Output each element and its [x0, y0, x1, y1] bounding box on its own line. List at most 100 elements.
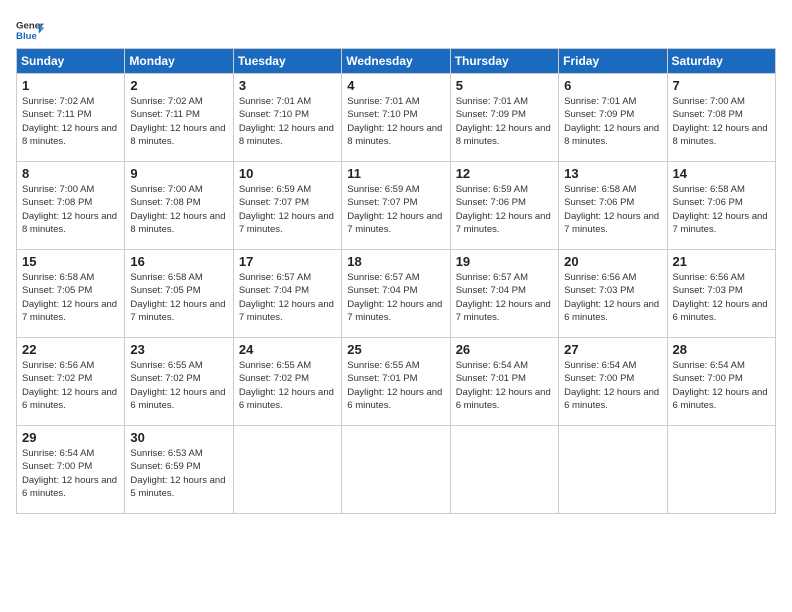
- day-detail: Sunrise: 6:59 AMSunset: 7:07 PMDaylight:…: [239, 183, 336, 236]
- weekday-header-monday: Monday: [125, 49, 233, 74]
- day-number: 1: [22, 78, 119, 93]
- weekday-header-thursday: Thursday: [450, 49, 558, 74]
- calendar-cell: 26 Sunrise: 6:54 AMSunset: 7:01 PMDayligh…: [450, 338, 558, 426]
- header: General Blue: [16, 16, 776, 44]
- calendar-cell: 17 Sunrise: 6:57 AMSunset: 7:04 PMDayligh…: [233, 250, 341, 338]
- day-number: 9: [130, 166, 227, 181]
- calendar-cell: 23 Sunrise: 6:55 AMSunset: 7:02 PMDayligh…: [125, 338, 233, 426]
- day-number: 14: [673, 166, 770, 181]
- calendar-cell: 24 Sunrise: 6:55 AMSunset: 7:02 PMDayligh…: [233, 338, 341, 426]
- day-number: 25: [347, 342, 444, 357]
- day-detail: Sunrise: 6:53 AMSunset: 6:59 PMDaylight:…: [130, 447, 227, 500]
- calendar-cell: 18 Sunrise: 6:57 AMSunset: 7:04 PMDayligh…: [342, 250, 450, 338]
- weekday-header-saturday: Saturday: [667, 49, 775, 74]
- day-number: 10: [239, 166, 336, 181]
- calendar-cell: 10 Sunrise: 6:59 AMSunset: 7:07 PMDayligh…: [233, 162, 341, 250]
- page-container: General Blue SundayMondayTuesdayWednesda…: [16, 16, 776, 514]
- day-detail: Sunrise: 7:02 AMSunset: 7:11 PMDaylight:…: [130, 95, 227, 148]
- calendar-cell: 14 Sunrise: 6:58 AMSunset: 7:06 PMDayligh…: [667, 162, 775, 250]
- weekday-header-tuesday: Tuesday: [233, 49, 341, 74]
- day-detail: Sunrise: 7:01 AMSunset: 7:10 PMDaylight:…: [347, 95, 444, 148]
- day-number: 24: [239, 342, 336, 357]
- day-detail: Sunrise: 6:56 AMSunset: 7:03 PMDaylight:…: [673, 271, 770, 324]
- calendar-cell: [233, 426, 341, 514]
- day-detail: Sunrise: 6:57 AMSunset: 7:04 PMDaylight:…: [456, 271, 553, 324]
- day-detail: Sunrise: 7:00 AMSunset: 7:08 PMDaylight:…: [130, 183, 227, 236]
- calendar-cell: 3Sunrise: 7:01 AMSunset: 7:10 PMDaylight…: [233, 74, 341, 162]
- calendar-cell: 29Sunrise: 6:54 AMSunset: 7:00 PMDayligh…: [17, 426, 125, 514]
- day-number: 8: [22, 166, 119, 181]
- calendar-cell: 19 Sunrise: 6:57 AMSunset: 7:04 PMDayligh…: [450, 250, 558, 338]
- day-number: 6: [564, 78, 661, 93]
- day-number: 18: [347, 254, 444, 269]
- calendar-cell: [667, 426, 775, 514]
- day-detail: Sunrise: 6:55 AMSunset: 7:02 PMDaylight:…: [239, 359, 336, 412]
- weekday-header-wednesday: Wednesday: [342, 49, 450, 74]
- day-detail: Sunrise: 6:58 AMSunset: 7:06 PMDaylight:…: [673, 183, 770, 236]
- day-detail: Sunrise: 6:59 AMSunset: 7:06 PMDaylight:…: [456, 183, 553, 236]
- day-detail: Sunrise: 6:56 AMSunset: 7:02 PMDaylight:…: [22, 359, 119, 412]
- day-detail: Sunrise: 7:01 AMSunset: 7:09 PMDaylight:…: [564, 95, 661, 148]
- day-number: 5: [456, 78, 553, 93]
- day-detail: Sunrise: 6:56 AMSunset: 7:03 PMDaylight:…: [564, 271, 661, 324]
- day-number: 2: [130, 78, 227, 93]
- logo-icon: General Blue: [16, 16, 44, 44]
- calendar-cell: 20 Sunrise: 6:56 AMSunset: 7:03 PMDayligh…: [559, 250, 667, 338]
- calendar-week-1: 1 Sunrise: 7:02 AMSunset: 7:11 PMDaylight…: [17, 74, 776, 162]
- svg-text:Blue: Blue: [16, 31, 37, 42]
- calendar-week-4: 22Sunrise: 6:56 AMSunset: 7:02 PMDayligh…: [17, 338, 776, 426]
- day-number: 26: [456, 342, 553, 357]
- calendar-cell: 11Sunrise: 6:59 AMSunset: 7:07 PMDayligh…: [342, 162, 450, 250]
- day-number: 11: [347, 166, 444, 181]
- day-number: 7: [673, 78, 770, 93]
- calendar-cell: [342, 426, 450, 514]
- day-number: 21: [673, 254, 770, 269]
- calendar-week-5: 29Sunrise: 6:54 AMSunset: 7:00 PMDayligh…: [17, 426, 776, 514]
- day-detail: Sunrise: 6:55 AMSunset: 7:01 PMDaylight:…: [347, 359, 444, 412]
- calendar-cell: 13 Sunrise: 6:58 AMSunset: 7:06 PMDayligh…: [559, 162, 667, 250]
- calendar-cell: 15 Sunrise: 6:58 AMSunset: 7:05 PMDayligh…: [17, 250, 125, 338]
- day-number: 17: [239, 254, 336, 269]
- weekday-header-sunday: Sunday: [17, 49, 125, 74]
- day-detail: Sunrise: 6:55 AMSunset: 7:02 PMDaylight:…: [130, 359, 227, 412]
- calendar-table: SundayMondayTuesdayWednesdayThursdayFrid…: [16, 48, 776, 514]
- day-number: 27: [564, 342, 661, 357]
- calendar-cell: 5 Sunrise: 7:01 AMSunset: 7:09 PMDaylight…: [450, 74, 558, 162]
- day-detail: Sunrise: 6:58 AMSunset: 7:05 PMDaylight:…: [130, 271, 227, 324]
- calendar-cell: 21 Sunrise: 6:56 AMSunset: 7:03 PMDayligh…: [667, 250, 775, 338]
- calendar-cell: 8 Sunrise: 7:00 AMSunset: 7:08 PMDaylight…: [17, 162, 125, 250]
- day-detail: Sunrise: 6:57 AMSunset: 7:04 PMDaylight:…: [239, 271, 336, 324]
- day-number: 15: [22, 254, 119, 269]
- calendar-cell: 9 Sunrise: 7:00 AMSunset: 7:08 PMDaylight…: [125, 162, 233, 250]
- calendar-week-2: 8 Sunrise: 7:00 AMSunset: 7:08 PMDaylight…: [17, 162, 776, 250]
- day-number: 23: [130, 342, 227, 357]
- calendar-cell: 28Sunrise: 6:54 AMSunset: 7:00 PMDayligh…: [667, 338, 775, 426]
- day-number: 16: [130, 254, 227, 269]
- day-detail: Sunrise: 6:54 AMSunset: 7:00 PMDaylight:…: [22, 447, 119, 500]
- calendar-cell: 4 Sunrise: 7:01 AMSunset: 7:10 PMDaylight…: [342, 74, 450, 162]
- day-number: 3: [239, 78, 336, 93]
- calendar-cell: 25 Sunrise: 6:55 AMSunset: 7:01 PMDayligh…: [342, 338, 450, 426]
- day-detail: Sunrise: 6:57 AMSunset: 7:04 PMDaylight:…: [347, 271, 444, 324]
- day-detail: Sunrise: 7:01 AMSunset: 7:09 PMDaylight:…: [456, 95, 553, 148]
- day-detail: Sunrise: 6:54 AMSunset: 7:01 PMDaylight:…: [456, 359, 553, 412]
- day-detail: Sunrise: 6:54 AMSunset: 7:00 PMDaylight:…: [673, 359, 770, 412]
- weekday-header-friday: Friday: [559, 49, 667, 74]
- calendar-cell: 27Sunrise: 6:54 AMSunset: 7:00 PMDayligh…: [559, 338, 667, 426]
- calendar-cell: 1Sunrise: 7:02 AMSunset: 7:11 PMDaylight…: [17, 74, 125, 162]
- day-detail: Sunrise: 7:00 AMSunset: 7:08 PMDaylight:…: [673, 95, 770, 148]
- calendar-cell: 16 Sunrise: 6:58 AMSunset: 7:05 PMDayligh…: [125, 250, 233, 338]
- day-detail: Sunrise: 6:58 AMSunset: 7:05 PMDaylight:…: [22, 271, 119, 324]
- day-number: 13: [564, 166, 661, 181]
- calendar-cell: 6 Sunrise: 7:01 AMSunset: 7:09 PMDaylight…: [559, 74, 667, 162]
- calendar-cell: 22Sunrise: 6:56 AMSunset: 7:02 PMDayligh…: [17, 338, 125, 426]
- day-detail: Sunrise: 7:00 AMSunset: 7:08 PMDaylight:…: [22, 183, 119, 236]
- calendar-cell: [450, 426, 558, 514]
- calendar-cell: 2 Sunrise: 7:02 AMSunset: 7:11 PMDaylight…: [125, 74, 233, 162]
- day-number: 20: [564, 254, 661, 269]
- calendar-cell: 30Sunrise: 6:53 AMSunset: 6:59 PMDayligh…: [125, 426, 233, 514]
- day-number: 19: [456, 254, 553, 269]
- day-detail: Sunrise: 6:58 AMSunset: 7:06 PMDaylight:…: [564, 183, 661, 236]
- calendar-cell: 7 Sunrise: 7:00 AMSunset: 7:08 PMDaylight…: [667, 74, 775, 162]
- day-number: 4: [347, 78, 444, 93]
